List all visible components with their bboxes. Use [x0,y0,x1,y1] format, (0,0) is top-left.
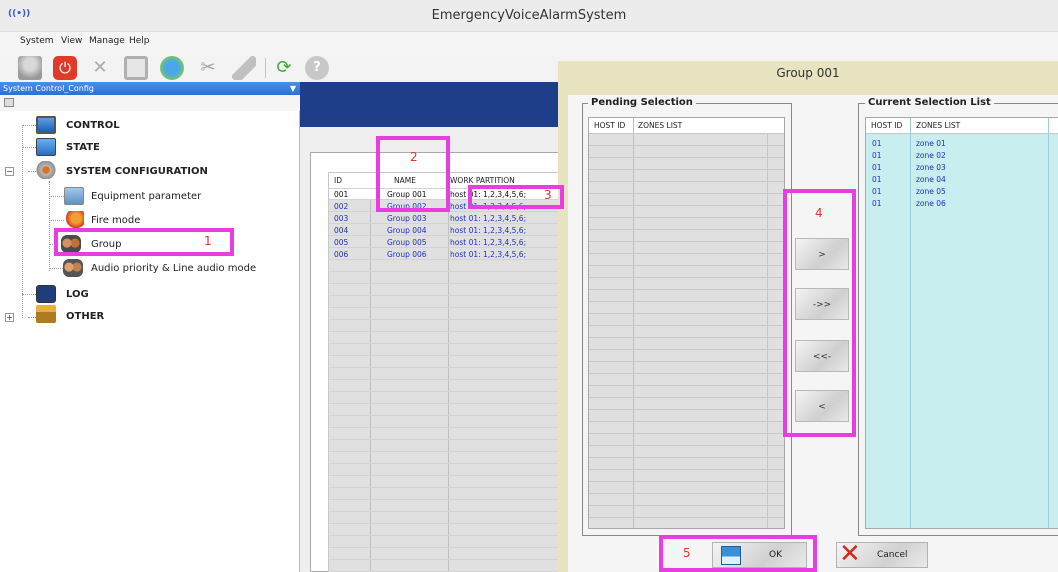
audio-priority-icon [63,259,83,277]
scissors-icon[interactable]: ✂ [196,56,220,80]
refresh-icon[interactable]: ⟳ [272,56,296,80]
panel-header: System Control_Config ▼ [0,82,300,95]
pending-selection-legend: Pending Selection [588,97,696,108]
dialog-title: Group 001 [558,61,1058,85]
annotation-box-2 [376,136,450,212]
menu-manage[interactable]: Manage [89,36,125,46]
group-table: ID NAME WORK PARTITION 001 Group 001 hos… [328,172,560,572]
globe-refresh-icon[interactable] [160,56,184,80]
table-row[interactable]: 006 Group 006 host 01: 1,2,3,4,5,6; [329,249,559,260]
fire-icon [64,211,84,229]
list-item[interactable]: 01 zone 06 [866,198,1058,210]
list-item[interactable]: 01 zone 05 [866,186,1058,198]
eraser-icon[interactable] [232,56,256,80]
tools-icon[interactable]: ✕ [88,56,112,80]
screen-icon [36,138,56,156]
list-item[interactable]: 01 zone 04 [866,174,1058,186]
list-item[interactable]: 01 zone 02 [866,150,1058,162]
tree-item-audio-priority[interactable]: Audio priority & Line audio mode [91,263,256,274]
panel-banner [300,82,560,127]
tree-item-control[interactable]: CONTROL [66,120,120,131]
list-item[interactable]: 01 zone 01 [866,138,1058,150]
annotation-number-4: 4 [815,206,823,220]
title-bar: ((•)) EmergencyVoiceAlarmSystem [0,0,1058,32]
menu-view[interactable]: View [61,36,82,46]
user-icon[interactable] [18,56,42,80]
tree-item-equipment-parameter[interactable]: Equipment parameter [91,191,201,202]
current-list[interactable]: HOST ID ZONES LIST 01 zone 01 01 zone 02 0… [865,117,1058,529]
tree-item-log[interactable]: LOG [66,289,89,300]
menu-help[interactable]: Help [129,36,150,46]
expand-toggle[interactable]: + [5,313,14,322]
table-row[interactable]: 005 Group 005 host 01: 1,2,3,4,5,6; [329,237,559,248]
current-list-header: HOST ID ZONES LIST [866,118,1058,134]
printer-icon[interactable] [4,98,14,107]
chevron-down-icon[interactable]: ▼ [290,82,296,95]
panel-title: System Control_Config [3,84,94,93]
power-icon[interactable]: ⏻ [53,56,77,80]
close-icon: ✕ [839,539,861,569]
menu-system[interactable]: System [20,36,54,46]
current-selection-legend: Current Selection List [865,97,994,108]
tree-item-state[interactable]: STATE [66,142,100,153]
annotation-number-2: 2 [410,150,418,164]
tree-item-other[interactable]: OTHER [66,311,104,322]
toolbox-icon [36,305,56,323]
annotation-number-3: 3 [544,188,552,202]
collapse-toggle[interactable]: − [5,167,14,176]
tree-item-system-configuration[interactable]: SYSTEM CONFIGURATION [66,166,208,177]
toolbar-separator [265,58,266,78]
annotation-number-5: 5 [683,546,691,560]
panel-subbar [0,95,300,111]
annotation-number-1: 1 [204,234,212,248]
gear-icon [36,161,56,179]
menu-bar: System View Manage Help [0,32,1058,52]
equipment-icon [64,187,84,205]
col-id: ID [334,176,342,185]
tree-item-fire-mode[interactable]: Fire mode [91,215,140,226]
config-tree: CONTROL STATE − SYSTEM CONFIGURATION Equ… [0,111,300,572]
annotation-box-4 [783,189,856,437]
list-item[interactable]: 01 zone 03 [866,162,1058,174]
help-icon[interactable]: ? [305,56,329,80]
window-title: EmergencyVoiceAlarmSystem [431,8,627,23]
log-icon [36,285,56,303]
table-row[interactable]: 003 Group 003 host 01: 1,2,3,4,5,6; [329,213,559,224]
cancel-button[interactable]: ✕ Cancel [836,539,928,569]
save-icon[interactable] [124,56,148,80]
table-row[interactable]: 004 Group 004 host 01: 1,2,3,4,5,6; [329,225,559,236]
pending-list[interactable]: HOST ID ZONES LIST [588,117,785,529]
monitor-icon [36,116,56,134]
pending-list-header: HOST ID ZONES LIST [589,118,784,134]
